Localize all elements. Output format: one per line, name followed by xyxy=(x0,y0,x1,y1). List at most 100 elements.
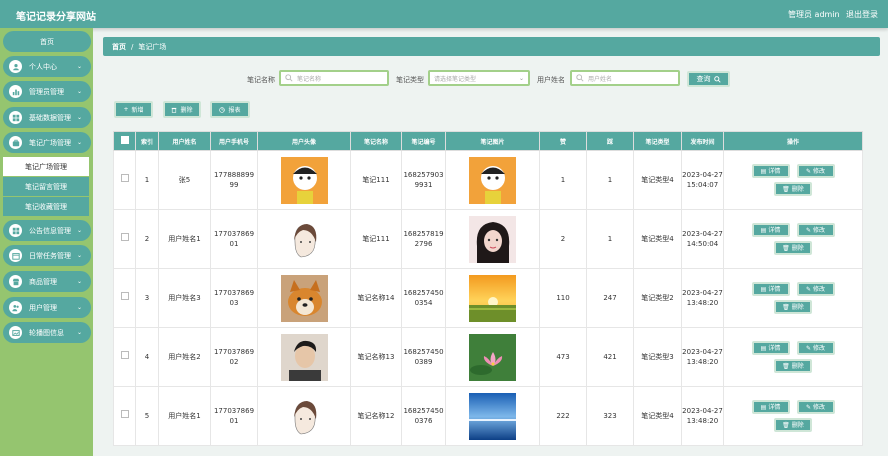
note-image xyxy=(469,156,516,204)
sidebar-item-sidebar-groups2-4[interactable]: 轮播图信息 ⌄ xyxy=(3,322,91,343)
sidebar-item-sidebar-groups2-1[interactable]: 日常任务管理 ⌄ xyxy=(3,245,91,266)
edit-button[interactable]: ✎ 修改 xyxy=(796,164,835,178)
note-code-cell: 168257450 0389 xyxy=(401,327,446,387)
detail-button[interactable]: ▤ 详情 xyxy=(751,341,790,355)
dislikes-cell: 247 xyxy=(586,268,634,328)
detail-label: 详情 xyxy=(768,403,781,411)
sidebar-subitem-2[interactable]: 笔记收藏管理 xyxy=(3,197,89,216)
query-label: 查询 xyxy=(696,75,711,83)
code-line-2: 2796 xyxy=(414,240,433,248)
search-icon xyxy=(576,74,584,82)
note-type-select[interactable]: 请选择笔记类型 ⌄ xyxy=(428,70,530,86)
user-name-input[interactable]: 用户姓名 xyxy=(570,70,680,86)
sidebar-icon-wrap xyxy=(9,249,22,262)
chevron-down-icon: ⌄ xyxy=(77,63,83,70)
sidebar-icon-wrap xyxy=(9,111,22,124)
user-avatar-image xyxy=(280,156,328,204)
index-cell: 2 xyxy=(135,209,159,269)
sidebar-icon-wrap xyxy=(9,275,22,288)
likes-cell: 2 xyxy=(539,209,587,269)
sidebar-subitem-0[interactable]: 笔记广场管理 xyxy=(3,157,89,176)
row-delete-button[interactable]: 🗑 删除 xyxy=(774,359,812,373)
dislikes-cell: 1 xyxy=(586,209,634,269)
detail-button[interactable]: ▤ 详情 xyxy=(751,282,790,296)
detail-button[interactable]: ▤ 详情 xyxy=(751,400,790,414)
breadcrumb-current: 笔记广场 xyxy=(138,42,167,51)
row-delete-label: 删除 xyxy=(791,185,804,193)
calendar-icon xyxy=(11,252,20,260)
sidebar-item-home[interactable]: 首页 xyxy=(3,31,91,52)
phone-line-1: 177037869 xyxy=(213,406,255,415)
code-line-1: 168257819 xyxy=(403,229,444,238)
detail-icon: ▤ xyxy=(760,226,767,234)
phone-line-2: 02 xyxy=(229,358,239,366)
note-code-cell: 168257450 0354 xyxy=(401,268,446,328)
sidebar-item-label: 商品管理 xyxy=(29,277,57,286)
top-bar: 笔记记录分享网站 管理员 admin 退出登录 xyxy=(0,0,888,28)
row-checkbox[interactable] xyxy=(120,174,129,183)
user-icon xyxy=(12,63,19,70)
logout-link[interactable]: 退出登录 xyxy=(846,9,878,20)
row-checkbox[interactable] xyxy=(120,292,129,301)
row-checkbox[interactable] xyxy=(120,351,129,360)
user-avatar-cell xyxy=(257,386,351,446)
edit-button[interactable]: ✎ 修改 xyxy=(796,341,835,355)
sidebar-subitem-label: 笔记广场管理 xyxy=(25,162,67,171)
column-header: 用户姓名 xyxy=(158,131,211,151)
row-select-cell xyxy=(113,327,136,387)
chevron-down-icon: ⌄ xyxy=(77,227,83,234)
grid-icon xyxy=(12,114,19,121)
chevron-down-icon: ⌄ xyxy=(77,88,83,95)
user-avatar-cell xyxy=(257,327,351,387)
sidebar-item-label: 个人中心 xyxy=(29,62,57,71)
detail-icon: ▤ xyxy=(760,344,767,352)
sidebar-icon-wrap xyxy=(9,301,22,314)
select-all-checkbox[interactable] xyxy=(120,136,129,144)
sidebar-item-sidebar-groups-1[interactable]: 管理员管理 ⌄ xyxy=(3,81,91,102)
detail-button[interactable]: ▤ 详情 xyxy=(751,164,790,178)
user-phone-cell: 177037869 02 xyxy=(210,327,258,387)
code-line-1: 168257450 xyxy=(403,347,444,356)
sidebar-item-sidebar-groups2-2[interactable]: 商品管理 ⌄ xyxy=(3,271,91,292)
query-button[interactable]: 查询 xyxy=(687,71,730,87)
breadcrumb-home[interactable]: 首页 xyxy=(112,42,126,52)
site-title: 笔记记录分享网站 xyxy=(16,12,96,23)
sidebar-item-sidebar-groups-0[interactable]: 个人中心 ⌄ xyxy=(3,56,91,77)
edit-icon: ✎ xyxy=(805,226,811,234)
edit-label: 修改 xyxy=(813,226,826,234)
sidebar-item-sidebar-groups2-3[interactable]: 用户管理 ⌄ xyxy=(3,297,91,318)
operations-cell: ▤ 详情 ✎ 修改 🗑 删除 xyxy=(723,386,863,446)
publish-time-cell: 2023-04-27 13:48:20 xyxy=(681,327,724,387)
publish-time-cell: 2023-04-27 14:50:04 xyxy=(681,209,724,269)
report-button[interactable]: 报表 xyxy=(210,101,250,118)
row-checkbox[interactable] xyxy=(120,410,129,419)
sidebar-subitem-label: 笔记收藏管理 xyxy=(25,202,67,211)
row-delete-button[interactable]: 🗑 删除 xyxy=(774,182,812,196)
breadcrumb: 首页 / 笔记广场 xyxy=(103,37,880,56)
add-button[interactable]: + 新增 xyxy=(114,101,153,118)
detail-button[interactable]: ▤ 详情 xyxy=(751,223,790,237)
note-type-cell: 笔记类型4 xyxy=(633,386,682,446)
row-delete-button[interactable]: 🗑 删除 xyxy=(774,418,812,432)
row-delete-button[interactable]: 🗑 删除 xyxy=(774,241,812,255)
edit-button[interactable]: ✎ 修改 xyxy=(796,400,835,414)
sidebar-item-sidebar-groups-3[interactable]: 笔记广场管理 ⌄ xyxy=(3,132,91,153)
batch-delete-button[interactable]: 删除 xyxy=(163,101,201,118)
sidebar-subitem-1[interactable]: 笔记留言管理 xyxy=(3,177,89,196)
row-checkbox[interactable] xyxy=(120,233,129,242)
note-image-cell xyxy=(445,268,540,328)
publish-clock: 14:50:04 xyxy=(686,240,719,248)
edit-icon: ✎ xyxy=(805,167,811,175)
row-delete-button[interactable]: 🗑 删除 xyxy=(774,300,812,314)
edit-button[interactable]: ✎ 修改 xyxy=(796,223,835,237)
likes-cell: 1 xyxy=(539,150,587,210)
chevron-down-icon: ⌄ xyxy=(77,252,83,259)
sidebar-item-sidebar-groups-2[interactable]: 基础数据管理 ⌄ xyxy=(3,107,91,128)
user-avatar-image xyxy=(280,392,328,440)
users-icon xyxy=(11,304,19,311)
edit-button[interactable]: ✎ 修改 xyxy=(796,282,835,296)
sidebar-item-sidebar-groups2-0[interactable]: 公告信息管理 ⌄ xyxy=(3,220,91,241)
note-image xyxy=(469,333,516,381)
note-name-input[interactable]: 笔记名称 xyxy=(279,70,389,86)
user-phone-cell: 177037869 01 xyxy=(210,386,258,446)
